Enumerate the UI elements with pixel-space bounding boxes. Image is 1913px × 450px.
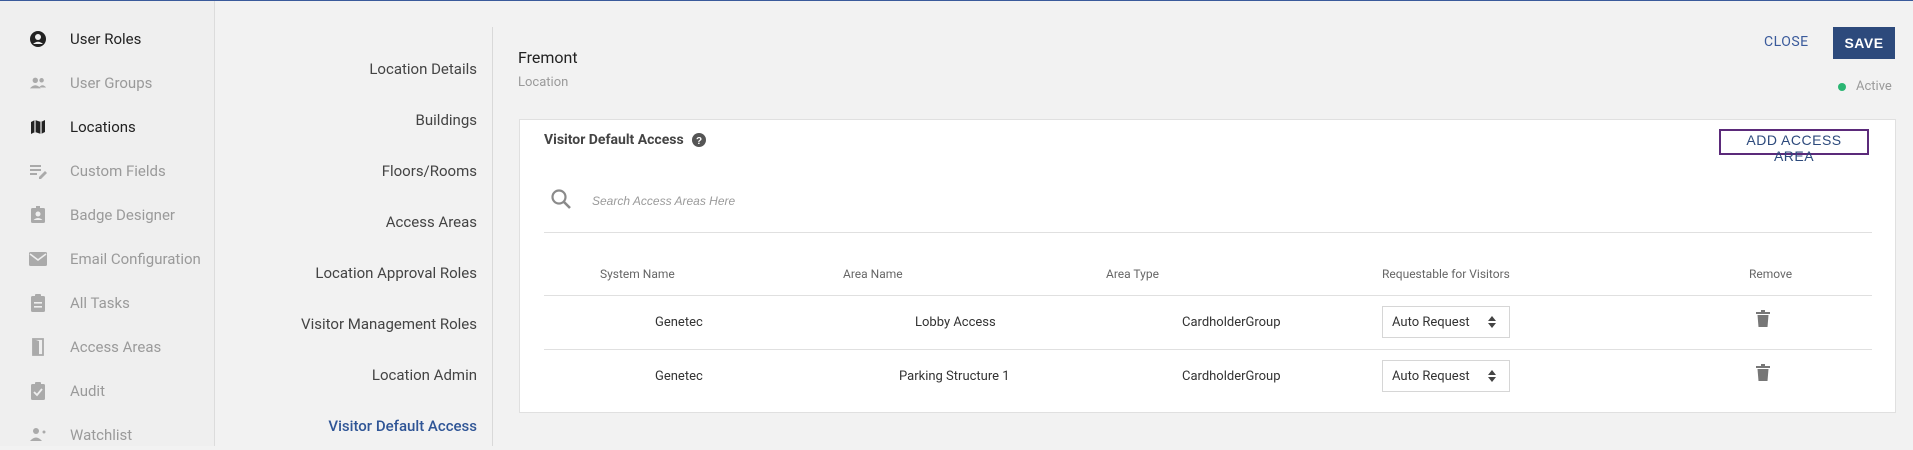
cell-system-name: Genetec: [655, 315, 703, 330]
requestable-value: Auto Request: [1392, 314, 1470, 330]
sidebar-item-user-roles[interactable]: User Roles: [0, 24, 214, 54]
subnav-item-location-details[interactable]: Location Details: [214, 60, 492, 78]
search-underline: [544, 232, 1872, 233]
door-icon: [29, 338, 47, 356]
delete-icon[interactable]: [1756, 364, 1770, 382]
add-access-area-button[interactable]: ADD ACCESS AREA: [1719, 129, 1869, 164]
badge-icon: [29, 206, 47, 224]
left-sidebar: User Roles User Groups Locations Custom …: [0, 1, 215, 446]
sort-arrows-icon: [1488, 370, 1496, 382]
page-title: Fremont: [518, 48, 578, 67]
sidebar-item-watchlist[interactable]: Watchlist: [0, 420, 214, 450]
sidebar-item-access-areas[interactable]: Access Areas: [0, 332, 214, 362]
cell-area-name: Lobby Access: [915, 315, 996, 330]
sidebar-item-custom-fields[interactable]: Custom Fields: [0, 156, 214, 186]
cell-area-type: CardholderGroup: [1182, 315, 1281, 330]
card-title: Visitor Default Access: [544, 132, 684, 148]
cell-area-name: Parking Structure 1: [899, 369, 1010, 384]
check-clipboard-icon: [29, 382, 47, 400]
column-header-requestable: Requestable for Visitors: [1382, 267, 1510, 281]
sidebar-item-all-tasks[interactable]: All Tasks: [0, 288, 214, 318]
person-watch-icon: [29, 426, 47, 444]
column-header-system-name: System Name: [600, 267, 675, 281]
sidebar-item-label: Badge Designer: [70, 206, 175, 224]
delete-icon[interactable]: [1756, 310, 1770, 328]
map-icon: [29, 118, 47, 136]
sidebar-item-label: Access Areas: [70, 338, 162, 356]
status-indicator: Active: [1838, 79, 1892, 94]
close-button[interactable]: CLOSE: [1764, 34, 1809, 50]
requestable-value: Auto Request: [1392, 368, 1470, 384]
sidebar-item-label: User Roles: [70, 30, 142, 48]
subnav-item-access-areas[interactable]: Access Areas: [214, 213, 492, 231]
sidebar-item-label: User Groups: [70, 74, 153, 92]
sidebar-item-label: All Tasks: [70, 294, 130, 312]
requestable-select[interactable]: Auto Request: [1382, 360, 1510, 392]
search-icon: [551, 189, 571, 209]
requestable-select[interactable]: Auto Request: [1382, 306, 1510, 338]
subnav-item-visitor-default-access[interactable]: Visitor Default Access: [214, 417, 492, 435]
edit-list-icon: [29, 162, 47, 180]
subnav-item-location-admin[interactable]: Location Admin: [214, 366, 492, 384]
search-access-areas-input[interactable]: [590, 190, 1794, 212]
sidebar-item-label: Locations: [70, 118, 136, 136]
sidebar-item-label: Audit: [70, 382, 105, 400]
clipboard-icon: [29, 294, 47, 312]
column-header-area-type: Area Type: [1106, 267, 1159, 281]
sidebar-item-label: Email Configuration: [70, 250, 201, 268]
sidebar-item-audit[interactable]: Audit: [0, 376, 214, 406]
mail-icon: [29, 250, 47, 268]
help-icon[interactable]: ?: [691, 133, 706, 147]
page-subtitle: Location: [518, 75, 569, 90]
location-subnav: Location Details Buildings Floors/Rooms …: [214, 1, 492, 446]
visitor-default-access-card: Visitor Default Access ? ADD ACCESS AREA…: [519, 119, 1896, 413]
account-circle-icon: [29, 30, 47, 48]
table-header-divider: [544, 295, 1872, 296]
cell-system-name: Genetec: [655, 369, 703, 384]
svg-text:?: ?: [696, 136, 702, 147]
sidebar-item-user-groups[interactable]: User Groups: [0, 68, 214, 98]
sidebar-item-locations[interactable]: Locations: [0, 112, 214, 142]
save-button[interactable]: SAVE: [1833, 27, 1895, 59]
column-header-area-name: Area Name: [843, 267, 903, 281]
status-label: Active: [1856, 79, 1892, 94]
sort-arrows-icon: [1488, 316, 1496, 328]
sidebar-item-label: Custom Fields: [70, 162, 166, 180]
table-row-divider: [544, 349, 1872, 350]
card-header: Visitor Default Access ?: [544, 132, 706, 148]
column-header-remove: Remove: [1749, 267, 1793, 281]
subnav-item-visitor-management-roles[interactable]: Visitor Management Roles: [214, 315, 492, 333]
sidebar-item-email-configuration[interactable]: Email Configuration: [0, 244, 214, 274]
subnav-item-location-approval-roles[interactable]: Location Approval Roles: [214, 264, 492, 282]
status-dot: [1838, 82, 1846, 91]
sidebar-item-label: Watchlist: [70, 426, 133, 444]
sidebar-item-badge-designer[interactable]: Badge Designer: [0, 200, 214, 230]
subnav-item-floors-rooms[interactable]: Floors/Rooms: [214, 162, 492, 180]
subnav-divider: [492, 27, 493, 446]
subnav-item-buildings[interactable]: Buildings: [214, 111, 492, 129]
users-icon: [29, 74, 47, 92]
cell-area-type: CardholderGroup: [1182, 369, 1281, 384]
